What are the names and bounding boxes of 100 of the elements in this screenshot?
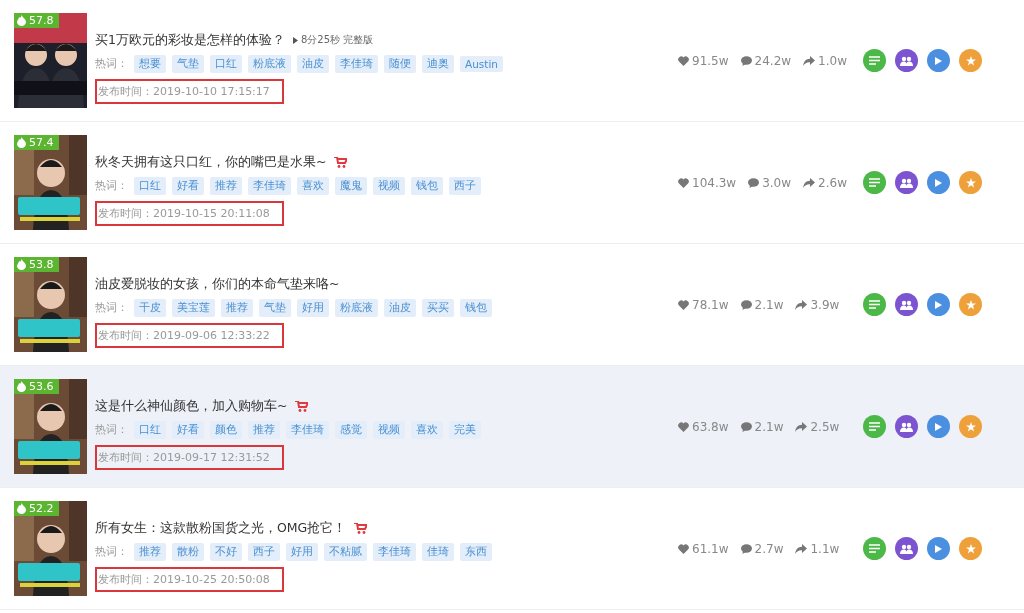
keyword-tag[interactable]: 气垫	[259, 298, 291, 317]
keyword-tag[interactable]: 油皮	[297, 54, 329, 73]
keyword-tag[interactable]: 西子	[248, 542, 280, 561]
video-title[interactable]: 所有女生：这款散粉国货之光，OMG抢它！	[95, 519, 347, 537]
publish-date: 发布时间：2019-10-10 17:15:17	[95, 78, 284, 104]
keyword-tag[interactable]: 李佳琦	[248, 176, 291, 195]
people-button[interactable]	[895, 415, 918, 438]
keyword-tag[interactable]: 口红	[134, 176, 166, 195]
play-button[interactable]	[927, 171, 950, 194]
favorite-button[interactable]	[959, 171, 982, 194]
keyword-tag[interactable]: 好看	[172, 420, 204, 439]
keyword-tag[interactable]: 口红	[210, 54, 242, 73]
keyword-tag[interactable]: 喜欢	[411, 420, 443, 439]
keyword-tag[interactable]: 李佳琦	[335, 54, 378, 73]
list-icon	[869, 544, 880, 553]
keyword-tag[interactable]: 迪奥	[422, 54, 454, 73]
comment-icon	[748, 177, 760, 188]
keyword-tag[interactable]: 气垫	[172, 54, 204, 73]
play-icon	[935, 178, 942, 187]
keyword-tag[interactable]: 西子	[449, 176, 481, 195]
list-icon	[869, 56, 880, 65]
keyword-tag[interactable]: 推荐	[221, 298, 253, 317]
keyword-tag[interactable]: 好看	[172, 176, 204, 195]
shares-count: 1.0w	[818, 53, 847, 68]
keyword-tag[interactable]: 粉底液	[335, 298, 378, 317]
score-value: 52.2	[29, 502, 54, 515]
people-button[interactable]	[895, 537, 918, 560]
shares-count: 1.1w	[810, 541, 840, 556]
keyword-tag[interactable]: 视频	[373, 176, 405, 195]
heart-icon	[678, 177, 689, 188]
keyword-tag[interactable]: 口红	[134, 420, 166, 439]
favorite-button[interactable]	[959, 293, 982, 316]
play-button[interactable]	[927, 49, 950, 72]
list-button[interactable]	[863, 49, 886, 72]
keyword-tag[interactable]: 视频	[373, 420, 405, 439]
play-button[interactable]	[927, 537, 950, 560]
list-button[interactable]	[863, 171, 886, 194]
list-button[interactable]	[863, 537, 886, 560]
play-icon	[292, 36, 298, 44]
keyword-tag[interactable]: 李佳琦	[286, 420, 329, 439]
play-icon	[935, 300, 942, 309]
people-button[interactable]	[895, 171, 918, 194]
favorite-button[interactable]	[959, 415, 982, 438]
comments-count: 24.2w	[754, 53, 792, 68]
keyword-tag[interactable]: 散粉	[172, 542, 204, 561]
video-title[interactable]: 秋冬天拥有这只口红，你的嘴巴是水果~	[95, 153, 327, 171]
keyword-tag[interactable]: 李佳琦	[373, 542, 416, 561]
comment-icon	[740, 421, 752, 432]
heart-icon	[678, 543, 689, 554]
publish-date: 发布时间：2019-09-17 12:31:52	[95, 444, 284, 470]
people-button[interactable]	[895, 49, 918, 72]
comment-icon	[740, 55, 752, 66]
keyword-tag[interactable]: 粉底液	[248, 54, 291, 73]
play-button[interactable]	[927, 415, 950, 438]
keyword-tag[interactable]: 随便	[384, 54, 416, 73]
flame-icon	[17, 503, 26, 514]
list-icon	[869, 300, 880, 309]
list-icon	[869, 178, 880, 187]
keyword-tag[interactable]: 颜色	[210, 420, 242, 439]
people-button[interactable]	[895, 293, 918, 316]
tags-label: 热词：	[95, 56, 128, 71]
shares-count: 3.9w	[810, 297, 840, 312]
keyword-tag[interactable]: 感觉	[335, 420, 367, 439]
keyword-tag[interactable]: 不粘腻	[324, 542, 367, 561]
keyword-tag[interactable]: 完美	[449, 420, 481, 439]
list-button[interactable]	[863, 415, 886, 438]
keyword-tag[interactable]: 好用	[286, 542, 318, 561]
play-button[interactable]	[927, 293, 950, 316]
flame-icon	[17, 15, 26, 26]
heart-icon	[678, 55, 689, 66]
favorite-button[interactable]	[959, 537, 982, 560]
video-title[interactable]: 买1万欧元的彩妆是怎样的体验？	[95, 31, 285, 49]
share-icon	[795, 299, 808, 310]
play-icon	[935, 56, 942, 65]
video-title[interactable]: 这是什么神仙颜色，加入购物车~	[95, 397, 288, 415]
heart-icon	[678, 299, 689, 310]
keyword-tag[interactable]: 买买	[422, 298, 454, 317]
keyword-tag[interactable]: 推荐	[248, 420, 280, 439]
keyword-tag[interactable]: 美宝莲	[172, 298, 215, 317]
keyword-tag[interactable]: 魔鬼	[335, 176, 367, 195]
keyword-tag[interactable]: 钱包	[411, 176, 443, 195]
keyword-tag[interactable]: 喜欢	[297, 176, 329, 195]
keyword-tag[interactable]: 油皮	[384, 298, 416, 317]
tags-label: 热词：	[95, 178, 128, 193]
keyword-tag[interactable]: 干皮	[134, 298, 166, 317]
keyword-tag[interactable]: 推荐	[210, 176, 242, 195]
keyword-tag[interactable]: 推荐	[134, 542, 166, 561]
keyword-tag[interactable]: 佳琦	[422, 542, 454, 561]
list-button[interactable]	[863, 293, 886, 316]
keyword-tag[interactable]: 东西	[460, 542, 492, 561]
video-title[interactable]: 油皮爱脱妆的女孩，你们的本命气垫来咯~	[95, 275, 340, 293]
comment-icon	[740, 543, 752, 554]
keyword-tag[interactable]: 想要	[134, 54, 166, 73]
likes-count: 61.1w	[692, 541, 729, 556]
keyword-tag[interactable]: Austin	[460, 55, 503, 72]
favorite-button[interactable]	[959, 49, 982, 72]
shares-count: 2.6w	[818, 175, 847, 190]
keyword-tag[interactable]: 好用	[297, 298, 329, 317]
keyword-tag[interactable]: 不好	[210, 542, 242, 561]
keyword-tag[interactable]: 钱包	[460, 298, 492, 317]
